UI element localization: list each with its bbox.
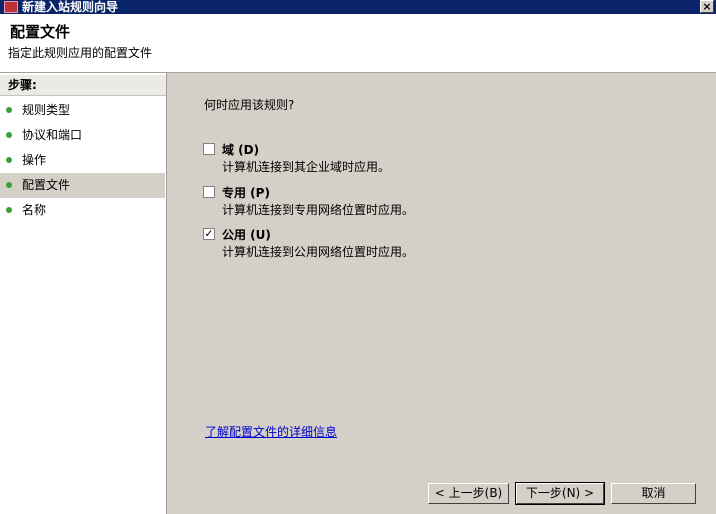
domain-description: 计算机连接到其企业域时应用。 [222,160,391,174]
private-label[interactable]: 专用 (P) [222,184,270,201]
firewall-app-icon [4,1,18,13]
private-checkbox[interactable] [203,186,215,198]
window-title: 新建入站规则向导 [22,0,119,14]
steps-pane: 步骤: 规则类型 协议和端口 操作 配置文件 名称 [0,73,167,514]
public-label[interactable]: 公用 (U) [222,226,271,243]
step-label: 协议和端口 [22,128,83,142]
step-label: 操作 [22,153,47,167]
next-button[interactable]: 下一步(N) > [515,482,605,505]
step-bullet-icon [6,182,12,188]
learn-more-link[interactable]: 了解配置文件的详细信息 [205,423,337,440]
question-label: 何时应用该规则? [204,98,295,112]
steps-header: 步骤: [0,75,166,96]
step-bullet-icon [6,132,12,138]
step-protocol-port[interactable]: 协议和端口 [0,123,165,148]
page-title: 配置文件 [10,23,71,41]
step-name[interactable]: 名称 [0,198,165,223]
domain-checkbox[interactable] [203,143,215,155]
public-description: 计算机连接到公用网络位置时应用。 [222,245,415,259]
step-label: 配置文件 [22,178,71,192]
cancel-button[interactable]: 取消 [611,483,696,504]
step-label: 名称 [22,203,47,217]
step-rule-type[interactable]: 规则类型 [0,98,165,123]
step-profile[interactable]: 配置文件 [0,173,165,198]
public-checkbox[interactable]: ✓ [203,228,215,240]
domain-label[interactable]: 域 (D) [222,141,259,158]
step-label: 规则类型 [22,103,71,117]
step-bullet-icon [6,207,12,213]
step-action[interactable]: 操作 [0,148,165,173]
close-icon[interactable]: × [700,0,714,13]
page-subtitle: 指定此规则应用的配置文件 [8,46,153,60]
step-bullet-icon [6,107,12,113]
wizard-header: 配置文件 指定此规则应用的配置文件 [0,14,716,73]
private-description: 计算机连接到专用网络位置时应用。 [222,203,415,217]
back-button[interactable]: < 上一步(B) [428,483,509,504]
step-bullet-icon [6,157,12,163]
title-bar: 新建入站规则向导 × [0,0,716,14]
